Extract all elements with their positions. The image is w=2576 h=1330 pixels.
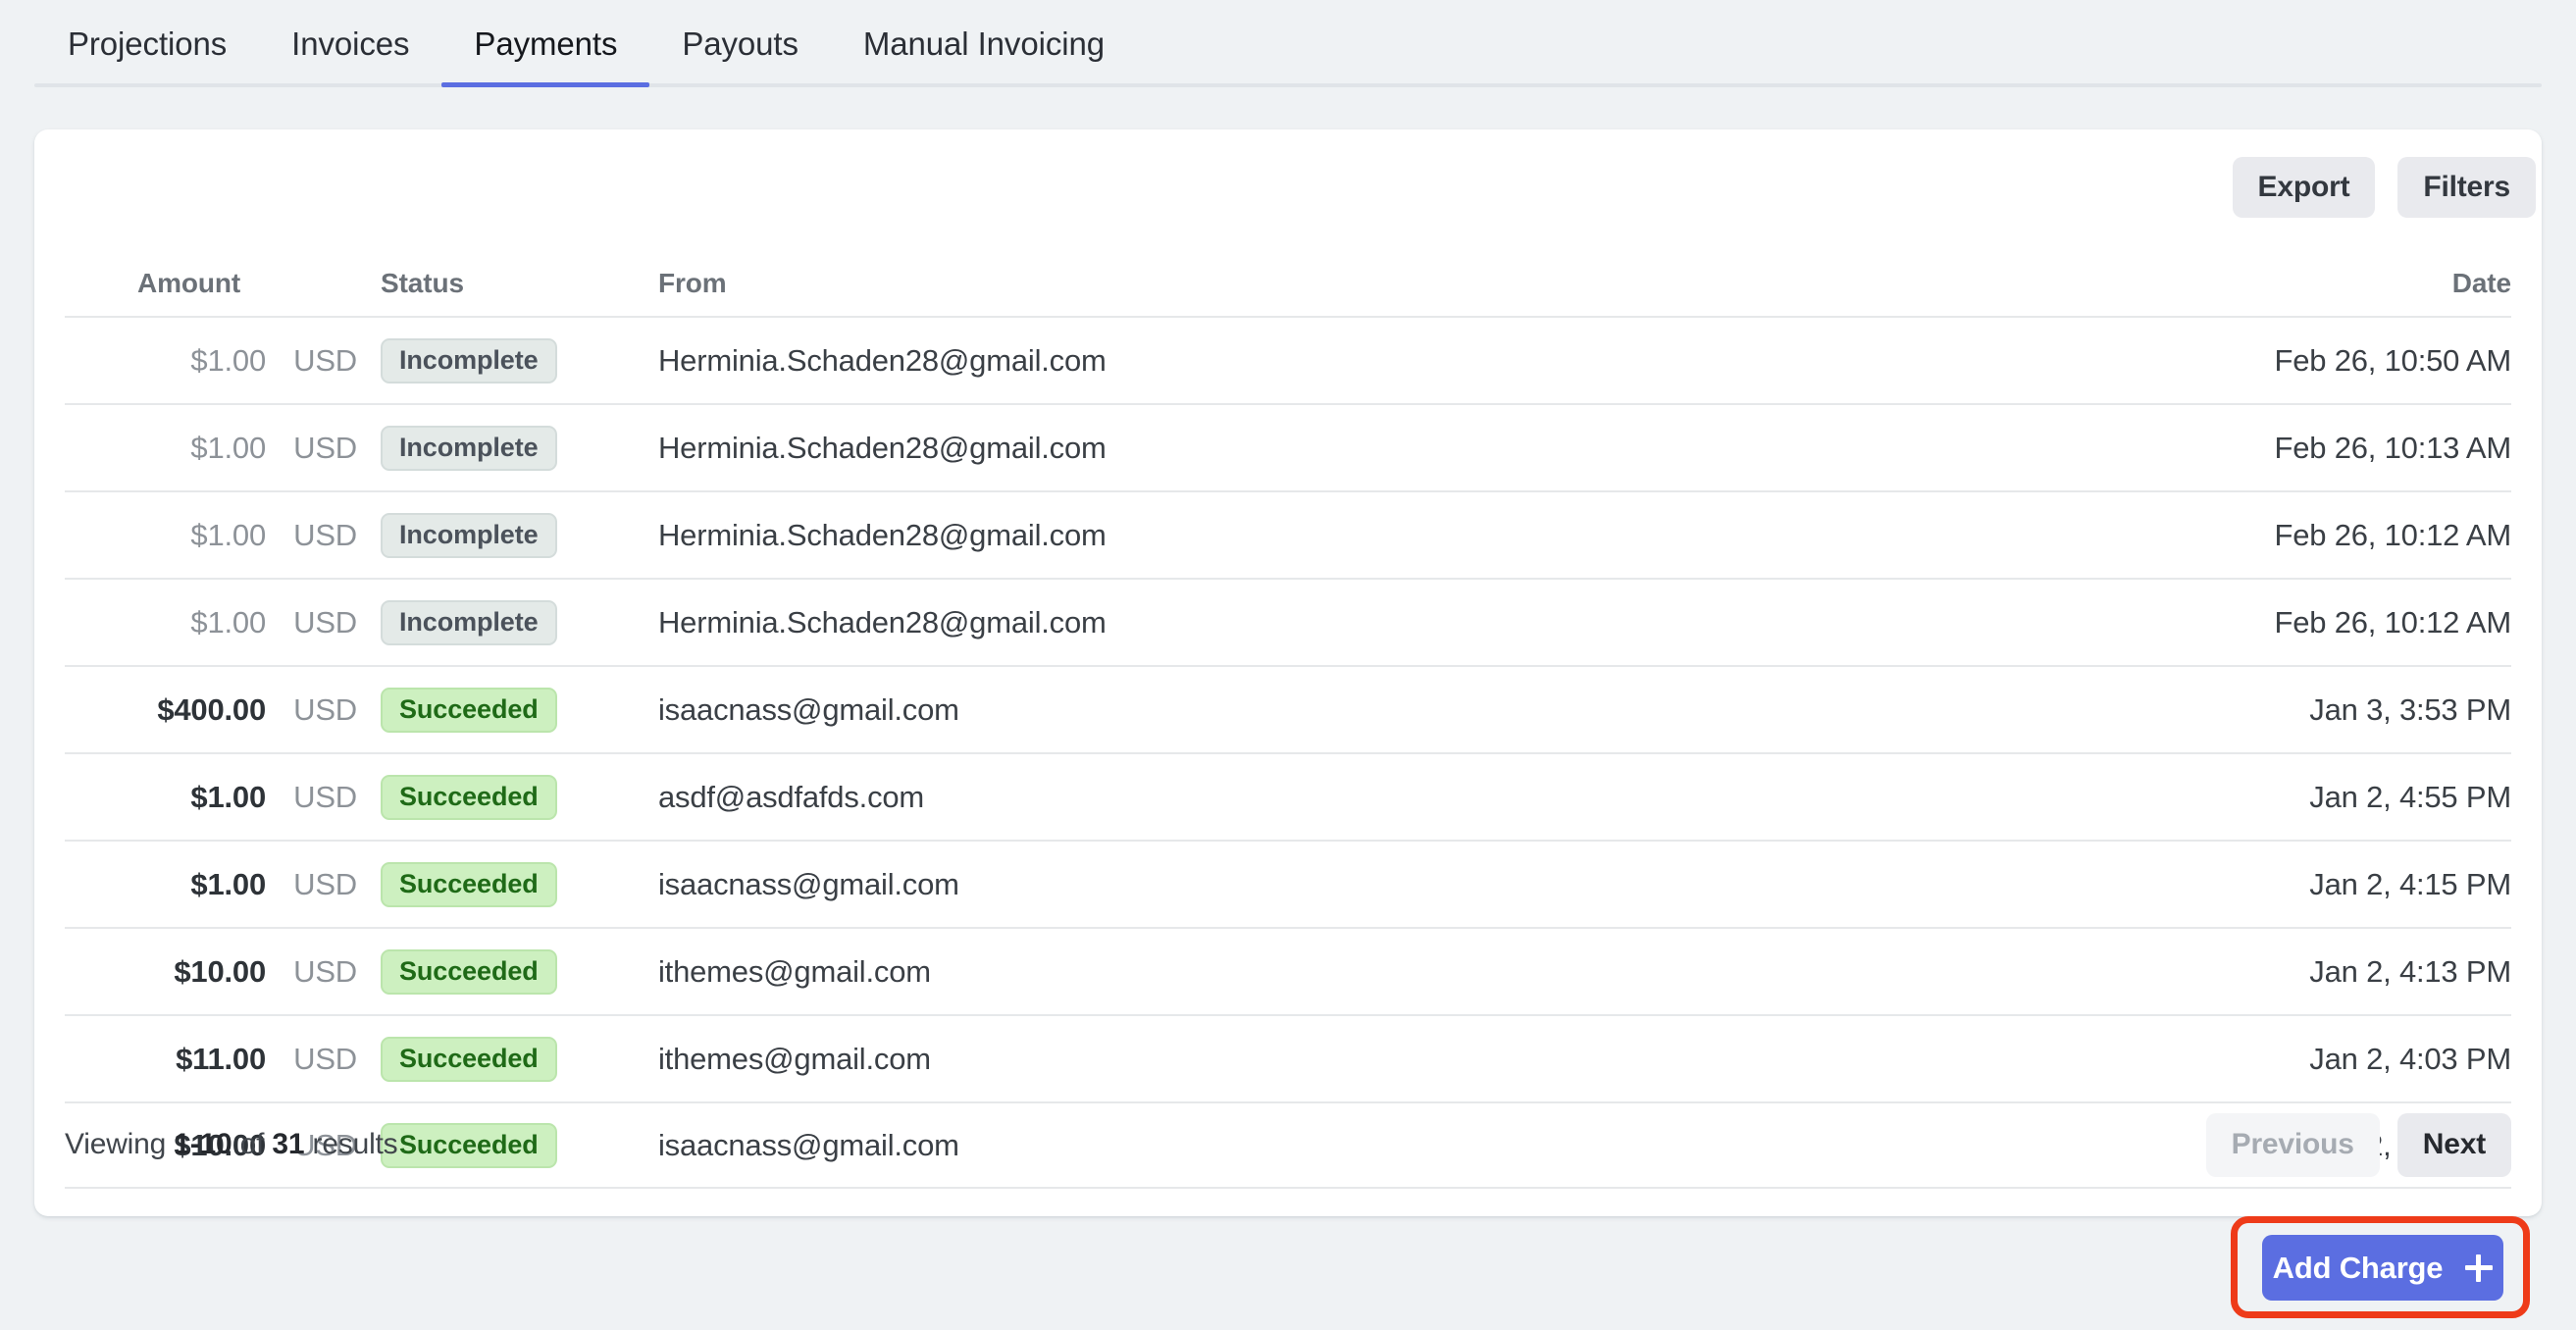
cell-status: Incomplete (357, 337, 632, 384)
cell-from: isaacnass@gmail.com (658, 866, 959, 901)
status-badge: Succeeded (381, 1036, 557, 1082)
cell-currency: USD (293, 342, 357, 378)
next-page-button[interactable]: Next (2396, 1112, 2511, 1177)
cell-status: Incomplete (357, 512, 632, 558)
cell-currency: USD (293, 691, 357, 727)
cell-amount: $400.00 (157, 691, 266, 727)
table-row[interactable]: $1.00 USD Incomplete Herminia.Schaden28@gma… (65, 578, 2511, 665)
cell-from: asdf@asdfafds.com (658, 779, 925, 814)
plus-icon (2465, 1253, 2494, 1282)
pagination: Previous Next (2205, 1112, 2511, 1177)
results-total: 31 (272, 1128, 305, 1160)
cell-amount: $1.00 (190, 342, 266, 378)
tab-list: Projections Invoices Payments Payouts Manual… (35, 0, 1137, 87)
cell-currency: USD (293, 866, 357, 901)
status-badge: Succeeded (381, 774, 557, 820)
previous-page-button[interactable]: Previous (2205, 1112, 2380, 1177)
cell-currency: USD (293, 1041, 357, 1076)
cell-date: Jan 2, 4:55 PM (2309, 779, 2511, 814)
tab-label: Invoices (291, 25, 410, 62)
table-row[interactable]: $1.00 USD Succeeded isaacnass@gmail.com Jan … (65, 840, 2511, 927)
table-header-row: Amount Status From Date (65, 259, 2511, 316)
results-summary: Viewing 1-10 of 31 results (65, 1128, 398, 1161)
cell-amount: $1.00 (190, 779, 266, 814)
table-row[interactable]: $1.00 USD Incomplete Herminia.Schaden28@gma… (65, 490, 2511, 578)
status-badge: Incomplete (381, 512, 557, 558)
status-badge: Succeeded (381, 948, 557, 995)
cell-date: Jan 3, 3:53 PM (2309, 691, 2511, 727)
column-header-from: From (658, 268, 727, 298)
cell-status: Succeeded (357, 948, 632, 995)
payments-table: Amount Status From Date $1.00 USD Incomple… (65, 259, 2511, 1189)
cell-status: Succeeded (357, 774, 632, 820)
results-summary-prefix: Viewing (65, 1128, 175, 1160)
export-button[interactable]: Export (2232, 157, 2376, 218)
tab-label: Projections (68, 25, 228, 62)
column-header-status: Status (381, 268, 464, 298)
column-header-date: Date (2451, 268, 2511, 298)
tab-label: Payouts (682, 25, 799, 62)
table-row[interactable]: $1.00 USD Incomplete Herminia.Schaden28@gma… (65, 403, 2511, 490)
cell-currency: USD (293, 430, 357, 465)
tab-payouts[interactable]: Payouts (649, 0, 831, 87)
table-row[interactable]: $11.00 USD Succeeded ithemes@gmail.com Jan 2… (65, 1014, 2511, 1101)
table-row[interactable]: $1.00 USD Incomplete Herminia.Schaden28@gma… (65, 316, 2511, 403)
add-charge-label: Add Charge (2272, 1250, 2444, 1285)
status-badge: Succeeded (381, 861, 557, 907)
cell-status: Succeeded (357, 687, 632, 733)
status-badge: Incomplete (381, 425, 557, 471)
status-badge: Incomplete (381, 599, 557, 645)
tab-bar: Projections Invoices Payments Payouts Manual… (0, 0, 2576, 90)
cell-date: Jan 2, 4:13 PM (2309, 953, 2511, 989)
cell-status: Succeeded (357, 1036, 632, 1082)
cell-date: Jan 2, 4:03 PM (2309, 1041, 2511, 1076)
cell-currency: USD (293, 779, 357, 814)
tab-manual-invoicing[interactable]: Manual Invoicing (831, 0, 1137, 87)
tab-payments[interactable]: Payments (441, 0, 650, 87)
filters-button[interactable]: Filters (2397, 157, 2536, 218)
cell-amount: $1.00 (190, 604, 266, 639)
tab-invoices[interactable]: Invoices (259, 0, 441, 87)
results-range: 1-10 (174, 1128, 232, 1160)
cell-status: Incomplete (357, 599, 632, 645)
table-footer: Viewing 1-10 of 31 results Previous Next (65, 1108, 2511, 1181)
tab-label: Payments (474, 25, 618, 62)
payments-page: Projections Invoices Payments Payouts Manual… (0, 0, 2576, 1330)
table-toolbar: Export Filters (2232, 157, 2536, 218)
cell-amount: $10.00 (174, 953, 266, 989)
cell-amount: $1.00 (190, 430, 266, 465)
cell-from: Herminia.Schaden28@gmail.com (658, 604, 1107, 639)
cell-date: Feb 26, 10:12 AM (2274, 604, 2511, 639)
cell-date: Jan 2, 4:15 PM (2309, 866, 2511, 901)
cell-date: Feb 26, 10:50 AM (2274, 342, 2511, 378)
cell-amount: $1.00 (190, 866, 266, 901)
results-summary-suffix: results (304, 1128, 398, 1160)
cell-date: Feb 26, 10:13 AM (2274, 430, 2511, 465)
cell-from: Herminia.Schaden28@gmail.com (658, 430, 1107, 465)
column-header-amount: Amount (137, 268, 241, 298)
results-summary-middle: of (232, 1128, 273, 1160)
add-charge-button[interactable]: Add Charge (2262, 1235, 2503, 1301)
cell-from: ithemes@gmail.com (658, 1041, 931, 1076)
status-badge: Succeeded (381, 687, 557, 733)
cell-from: Herminia.Schaden28@gmail.com (658, 342, 1107, 378)
cell-date: Feb 26, 10:12 AM (2274, 517, 2511, 552)
cell-amount: $11.00 (176, 1041, 266, 1076)
cell-from: Herminia.Schaden28@gmail.com (658, 517, 1107, 552)
cell-currency: USD (293, 604, 357, 639)
cell-status: Incomplete (357, 425, 632, 471)
table-row[interactable]: $400.00 USD Succeeded isaacnass@gmail.com Ja… (65, 665, 2511, 752)
cell-status: Succeeded (357, 861, 632, 907)
cell-amount: $1.00 (190, 517, 266, 552)
cell-currency: USD (293, 953, 357, 989)
tab-projections[interactable]: Projections (35, 0, 259, 87)
table-row[interactable]: $10.00 USD Succeeded ithemes@gmail.com Jan 2… (65, 927, 2511, 1014)
table-body: $1.00 USD Incomplete Herminia.Schaden28@gma… (65, 316, 2511, 1189)
tab-label: Manual Invoicing (862, 25, 1105, 62)
cell-currency: USD (293, 517, 357, 552)
table-row[interactable]: $1.00 USD Succeeded asdf@asdfafds.com Jan 2,… (65, 752, 2511, 840)
status-badge: Incomplete (381, 337, 557, 384)
cell-from: ithemes@gmail.com (658, 953, 931, 989)
cell-from: isaacnass@gmail.com (658, 691, 959, 727)
